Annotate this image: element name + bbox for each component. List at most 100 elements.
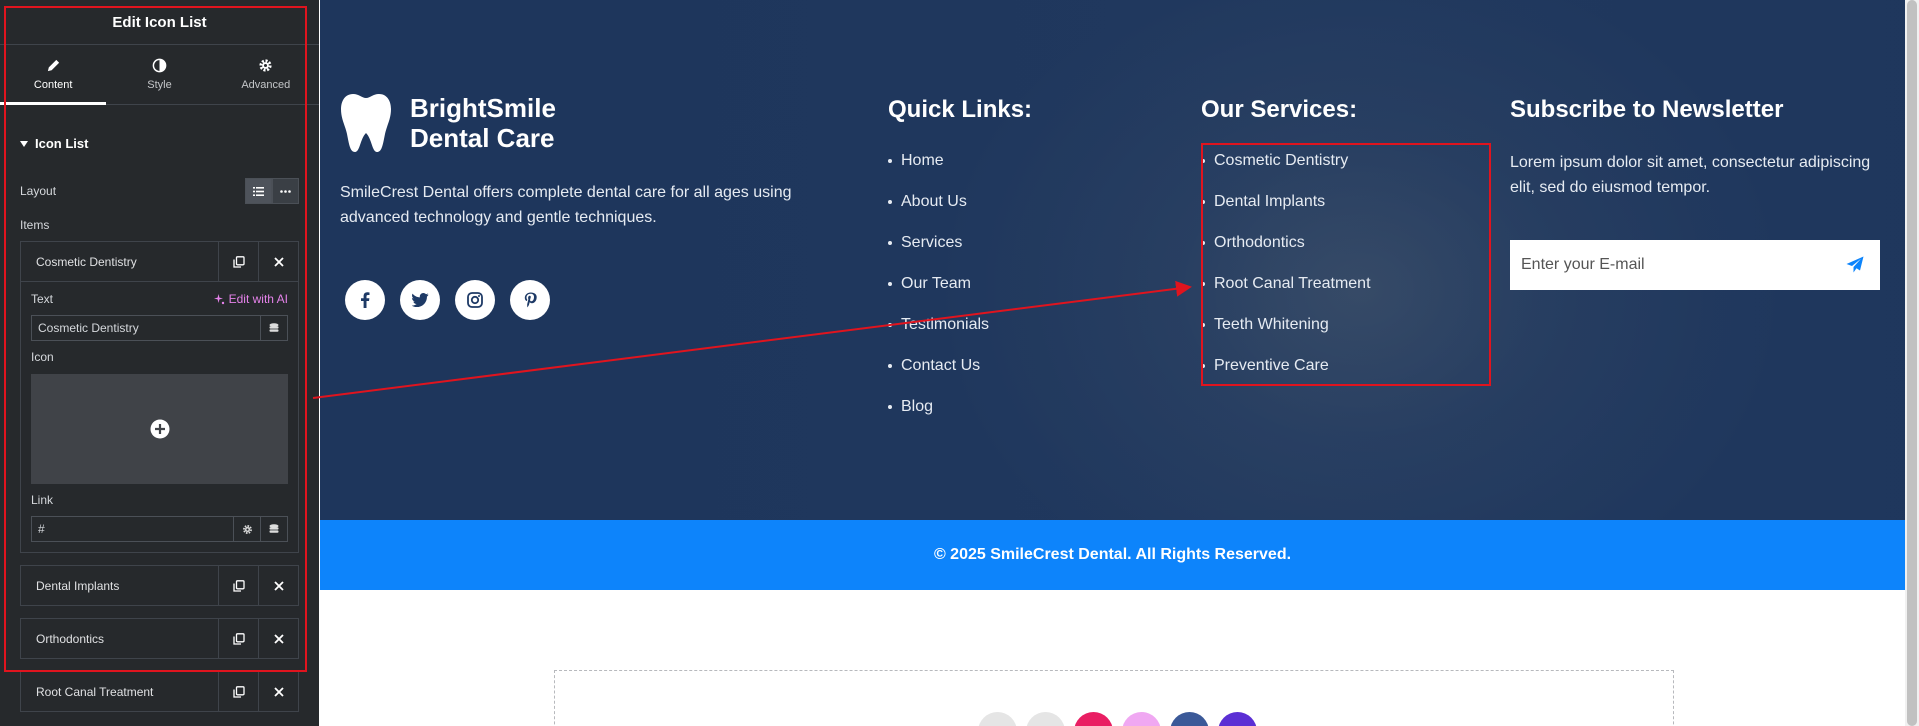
- tooth-icon: [341, 94, 391, 152]
- repeater-item-header[interactable]: Root Canal Treatment: [21, 672, 298, 711]
- section-title: Icon List: [35, 136, 89, 151]
- copy-icon: [232, 255, 245, 268]
- caret-down-icon: [20, 140, 28, 147]
- repeater-item: Orthodontics: [20, 618, 299, 659]
- copy-icon: [232, 632, 245, 645]
- icon-field-header: Icon: [31, 350, 288, 364]
- about-text: SmileCrest Dental offers complete dental…: [340, 184, 792, 226]
- quick-link-testimonials[interactable]: Testimonials: [888, 316, 989, 357]
- layout-list-button[interactable]: [245, 178, 272, 204]
- close-icon: [273, 580, 284, 591]
- dynamic-tags-button[interactable]: [260, 517, 287, 541]
- remove-button[interactable]: [258, 619, 298, 658]
- quick-link-our-team[interactable]: Our Team: [888, 275, 989, 316]
- instagram-icon: [467, 292, 483, 308]
- copy-icon: [232, 579, 245, 592]
- pinterest-link[interactable]: [510, 280, 550, 320]
- service-root-canal-treatment[interactable]: Root Canal Treatment: [1201, 275, 1371, 316]
- service-cosmetic-dentistry[interactable]: Cosmetic Dentistry: [1201, 152, 1371, 193]
- repeater-item-header[interactable]: Cosmetic Dentistry: [21, 242, 298, 281]
- template-library-icon[interactable]: [1074, 712, 1113, 726]
- quick-links-list: Home About Us Services Our Team Testimon…: [888, 152, 989, 439]
- service-orthodontics[interactable]: Orthodontics: [1201, 234, 1371, 275]
- service-dental-implants[interactable]: Dental Implants: [1201, 193, 1371, 234]
- repeater-item-header[interactable]: Orthodontics: [21, 619, 298, 658]
- quick-link-about-us[interactable]: About Us: [888, 193, 989, 234]
- duplicate-button[interactable]: [218, 242, 258, 281]
- quick-link-home[interactable]: Home: [888, 152, 989, 193]
- repeater-item-header[interactable]: Dental Implants: [21, 566, 298, 605]
- twitter-link[interactable]: [400, 280, 440, 320]
- layout-inline-button[interactable]: [272, 178, 299, 204]
- remove-button[interactable]: [258, 566, 298, 605]
- close-icon: [273, 686, 284, 697]
- gear-icon: [259, 59, 272, 72]
- pinterest-icon: [524, 292, 537, 307]
- panel-title: Edit Icon List: [112, 13, 207, 31]
- instagram-link[interactable]: [455, 280, 495, 320]
- list-icon: [253, 186, 264, 196]
- email-input[interactable]: [1510, 256, 1830, 274]
- pencil-icon: [47, 59, 59, 72]
- tab-label: Style: [147, 79, 172, 91]
- link-options-button[interactable]: [233, 517, 260, 541]
- twitter-icon: [411, 293, 429, 307]
- add-circle-icon: [150, 419, 169, 439]
- copyright-text: © 2025 SmileCrest Dental. All Rights Res…: [933, 546, 1292, 563]
- repeater-item-title: Root Canal Treatment: [36, 684, 154, 699]
- add-section-icon[interactable]: [978, 712, 1017, 726]
- kit-icon[interactable]: [1170, 712, 1209, 726]
- repeater-item: Root Canal Treatment: [20, 671, 299, 712]
- drag-handle-icon[interactable]: [1026, 712, 1065, 726]
- service-preventive-care[interactable]: Preventive Care: [1201, 357, 1371, 398]
- brand-line-1: BrightSmile: [410, 93, 556, 123]
- page-scrollbar-thumb[interactable]: [1907, 0, 1917, 726]
- social-links: [345, 280, 550, 320]
- services-title: Our Services:: [1201, 96, 1358, 123]
- facebook-icon: [361, 292, 370, 308]
- plugin-icon[interactable]: [1218, 712, 1257, 726]
- copy-icon: [232, 685, 245, 698]
- subscribe-button[interactable]: [1830, 240, 1880, 290]
- sparkle-icon: [213, 293, 224, 304]
- brand-line-2: Dental Care: [410, 123, 555, 153]
- quick-link-contact-us[interactable]: Contact Us: [888, 357, 989, 398]
- tab-style[interactable]: Style: [106, 45, 212, 104]
- section-toggle-icon-list[interactable]: Icon List: [0, 136, 319, 151]
- tab-advanced[interactable]: Advanced: [213, 45, 319, 104]
- remove-button[interactable]: [258, 242, 298, 281]
- remove-button[interactable]: [258, 672, 298, 711]
- duplicate-button[interactable]: [218, 672, 258, 711]
- quick-link-services[interactable]: Services: [888, 234, 989, 275]
- add-section-icons: [978, 712, 1257, 726]
- duplicate-button[interactable]: [218, 566, 258, 605]
- database-icon: [269, 322, 279, 332]
- repeater-item: Dental Implants: [20, 565, 299, 606]
- tab-content[interactable]: Content: [0, 45, 107, 105]
- quick-link-blog[interactable]: Blog: [888, 398, 989, 439]
- service-teeth-whitening[interactable]: Teeth Whitening: [1201, 316, 1371, 357]
- ai-section-icon[interactable]: [1122, 712, 1161, 726]
- duplicate-button[interactable]: [218, 619, 258, 658]
- facebook-link[interactable]: [345, 280, 385, 320]
- repeater-item-body: Text Edit with AI Icon Link: [21, 281, 298, 552]
- site-footer: BrightSmile Dental Care SmileCrest Denta…: [320, 0, 1905, 520]
- brand-logo[interactable]: BrightSmile Dental Care: [340, 92, 556, 154]
- text-field-header: Text Edit with AI: [31, 292, 288, 306]
- services-list: Cosmetic Dentistry Dental Implants Ortho…: [1201, 152, 1371, 398]
- text-input[interactable]: [32, 316, 260, 340]
- dynamic-tags-button[interactable]: [260, 316, 287, 340]
- ai-label: Edit with AI: [228, 292, 288, 306]
- link-input-wrapper: [31, 516, 288, 542]
- edit-with-ai-button[interactable]: Edit with AI: [213, 292, 288, 306]
- close-icon: [273, 256, 284, 267]
- quick-links-title: Quick Links:: [888, 96, 1033, 123]
- newsletter-text: Lorem ipsum dolor sit amet, consectetur …: [1510, 154, 1871, 196]
- paper-plane-icon: [1846, 256, 1864, 273]
- icon-picker[interactable]: [31, 374, 288, 484]
- text-input-wrapper: [31, 315, 288, 341]
- repeater-item-title: Cosmetic Dentistry: [36, 254, 137, 269]
- link-input[interactable]: [32, 517, 233, 541]
- text-label: Text: [31, 292, 54, 306]
- close-icon: [273, 633, 284, 644]
